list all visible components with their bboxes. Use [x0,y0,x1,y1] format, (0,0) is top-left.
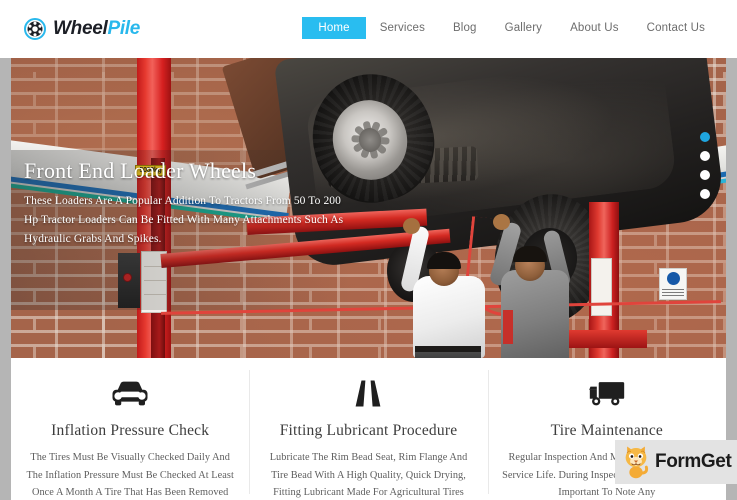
hero-text-block: Front End Loader Wheels These Loaders Ar… [24,158,344,248]
carousel-pagination[interactable] [700,132,710,199]
feature-title: Tire Maintenance [550,422,664,439]
site-header: WheelPile Home Services Blog Gallery Abo… [0,0,737,58]
mechanic-two-hand [493,214,510,230]
vehicle-lift-base-plate [567,330,647,348]
nav-item-blog[interactable]: Blog [439,17,491,39]
site-logo[interactable]: WheelPile [24,18,140,40]
formget-tiger-mascot-icon [621,445,651,479]
road-icon [261,376,475,410]
feature-title: Fitting Lubricant Procedure [279,422,458,439]
nav-item-home[interactable]: Home [302,17,366,39]
hero-carousel[interactable]: 5000kg Front End Loader Wheels Th [11,58,726,358]
mechanic-one-hand [403,218,420,234]
wheel-icon [24,18,46,40]
logo-text-accent: Pile [107,18,141,39]
feature-description: The Tires Must Be Visually Checked Daily… [26,452,234,499]
car-icon [23,376,237,410]
nav-item-gallery[interactable]: Gallery [491,17,556,39]
vehicle-lift-warning-sticker-right [591,258,612,316]
feature-card-fitting-lubricant-procedure[interactable]: Fitting Lubricant Procedure Lubricate Th… [249,358,487,500]
feature-description: Lubricate The Rim Bead Seat, Rim Flange … [269,452,468,499]
mechanic-two-hair [513,246,547,262]
nav-item-about-us[interactable]: About Us [556,17,633,39]
nav-item-contact-us[interactable]: Contact Us [633,17,719,39]
mechanic-two-overalls-red-stripe [503,310,513,344]
carousel-dot-2[interactable] [700,151,710,161]
logo-text-primary: Wheel [53,18,108,39]
truck-icon [500,376,714,410]
safety-sign-pictogram-icon [667,272,680,285]
safety-sign-text-lines [662,289,684,297]
main-navigation: Home Services Blog Gallery About Us Cont… [302,17,719,39]
page-root: WheelPile Home Services Blog Gallery Abo… [0,0,737,500]
formget-watermark-label: FormGet [655,451,732,472]
feature-card-inflation-pressure-check[interactable]: Inflation Pressure Check The Tires Must … [11,358,249,500]
carousel-dot-3[interactable] [700,170,710,180]
feature-title: Inflation Pressure Check [51,422,210,439]
carousel-dot-4[interactable] [700,189,710,199]
nav-item-services[interactable]: Services [366,17,439,39]
logo-text: WheelPile [53,18,140,40]
formget-watermark: FormGet [615,440,737,484]
carousel-dot-1[interactable] [700,132,710,142]
hero-subtitle: These Loaders Are A Popular Addition To … [24,195,344,245]
hero-title: Front End Loader Wheels [24,158,257,183]
